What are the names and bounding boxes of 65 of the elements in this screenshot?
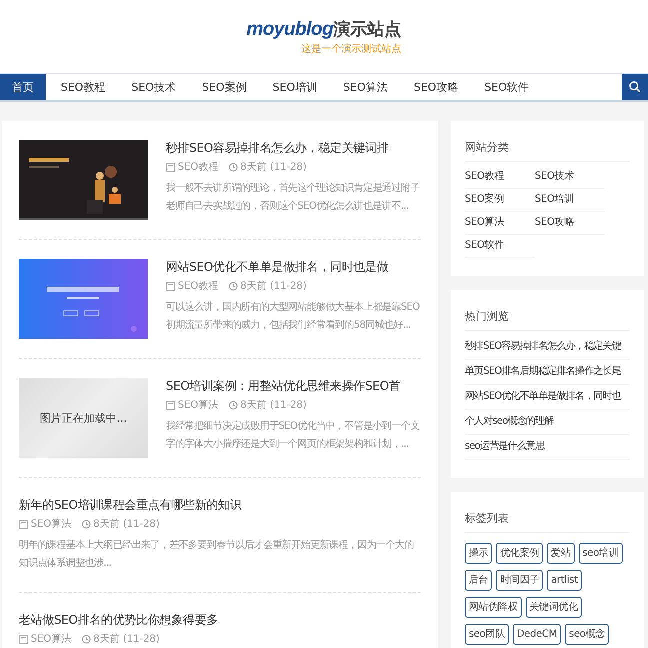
loading-text: 图片正在加载中... — [40, 410, 128, 426]
tag-link[interactable]: 网站伪降权 — [465, 597, 522, 618]
clock-icon — [228, 163, 238, 172]
folder-icon — [166, 282, 175, 291]
tag-link[interactable]: 操示 — [465, 543, 492, 564]
site-tagline: 这是一个演示测试站点 — [301, 42, 402, 56]
category-link[interactable]: SEO案例 — [465, 189, 535, 212]
tag-link[interactable]: seo概念 — [565, 624, 610, 645]
category-link[interactable]: SEO技术 — [535, 166, 605, 189]
article-title[interactable]: 秒排SEO容易掉排名怎么办，稳定关键词排 — [166, 140, 421, 156]
nav-item[interactable]: SEO案例 — [191, 74, 258, 100]
tag-link[interactable]: DedeCM — [512, 624, 562, 645]
nav-item[interactable]: SEO攻略 — [402, 74, 470, 100]
nav-item[interactable]: SEO算法 — [332, 74, 399, 100]
article-date: 8天前 (11-28) — [240, 280, 307, 293]
tag-link[interactable]: 后台 — [465, 570, 492, 591]
widget-title: 网站分类 — [465, 140, 630, 162]
category-link[interactable]: SEO教程 — [465, 166, 535, 189]
tag-link[interactable]: artlist — [547, 570, 582, 591]
folder-icon — [166, 401, 175, 410]
tag-link[interactable]: 关键词优化 — [526, 597, 582, 618]
popular-post-link[interactable]: 单页SEO排名后期稳定排名操作之长尾 — [465, 360, 630, 385]
article-date: 8天前 (11-28) — [94, 518, 160, 531]
logo-brand[interactable]: moyublog — [246, 18, 334, 40]
article-date: 8天前 (11-28) — [94, 633, 160, 646]
nav-item[interactable]: SEO培训 — [262, 74, 328, 100]
search-button[interactable] — [622, 74, 648, 100]
tag-link[interactable]: 爱站 — [547, 543, 575, 564]
article-date: 8天前 (11-28) — [240, 399, 307, 412]
folder-icon — [19, 520, 28, 529]
clock-icon — [82, 635, 91, 644]
clock-icon — [82, 520, 91, 529]
popular-post-link[interactable]: 秒排SEO容易掉排名怎么办，稳定关键 — [465, 335, 630, 360]
tag-link[interactable]: 优化案例 — [496, 543, 544, 564]
folder-icon — [166, 163, 175, 172]
category-link[interactable]: SEO攻略 — [535, 212, 605, 235]
article-excerpt: 明年的课程基本上大纲已经出来了，差不多要到春节以后才会重新开始更新课程，因为一个大的知识点体系调整也涉... — [19, 538, 415, 571]
article-excerpt: 我经常把细节决定成败用于SEO优化当中，不管是小到一个文字的字体大小揣摩还是大到一个网页的框架架构和计划，... — [166, 420, 421, 452]
article-title[interactable]: 新年的SEO培训课程会重点有哪些新的知识 — [19, 497, 421, 513]
article-date: 8天前 (11-28) — [240, 161, 307, 174]
nav-item[interactable]: SEO软件 — [474, 74, 540, 100]
category-link[interactable]: SEO软件 — [465, 235, 535, 258]
clock-icon — [228, 282, 238, 291]
popular-post-link[interactable]: 网站SEO优化不单单是做排名，同时也 — [465, 385, 630, 410]
folder-icon — [19, 635, 28, 644]
popular-post-link[interactable]: 个人对seo概念的理解 — [465, 410, 630, 435]
nav-item[interactable]: SEO教程 — [50, 74, 117, 100]
popular-post-link[interactable]: seo运营是什么意思 — [465, 435, 630, 460]
category-link[interactable]: SEO培训 — [535, 189, 605, 212]
tag-link[interactable]: 时间因子 — [496, 570, 544, 591]
article-title[interactable]: 网站SEO优化不单单是做排名，同时也是做 — [166, 259, 421, 275]
widget-title: 热门浏览 — [465, 309, 630, 331]
category-link[interactable]: SEO算法 — [465, 212, 535, 235]
tag-link[interactable]: seo培训 — [578, 543, 623, 564]
clock-icon — [228, 401, 238, 410]
article-excerpt: 我一般不去讲所谓的理论，首先这个理论知识肯定是通过附子老师自己去实战过的，否则这个SEO优化怎么讲也是讲不... — [166, 182, 421, 214]
article-title[interactable]: 老站做SEO排名的优势比你想象得要多 — [19, 612, 421, 628]
widget-title: 标签列表 — [465, 511, 630, 533]
nav-item[interactable]: 首页 — [0, 74, 46, 100]
tag-link[interactable]: seo团队 — [465, 624, 509, 645]
search-icon — [629, 81, 641, 93]
logo-name[interactable]: 演示站点 — [333, 18, 402, 40]
nav-item[interactable]: SEO技术 — [120, 74, 188, 100]
article-excerpt: 可以这么讲，国内所有的大型网站能够做大基本上都是靠SEO初期流量所带来的威力，包括我们经常看到的58同城也好... — [166, 300, 421, 333]
article-title[interactable]: SEO培训案例：用整站优化思维来操作SEO首 — [166, 378, 421, 394]
